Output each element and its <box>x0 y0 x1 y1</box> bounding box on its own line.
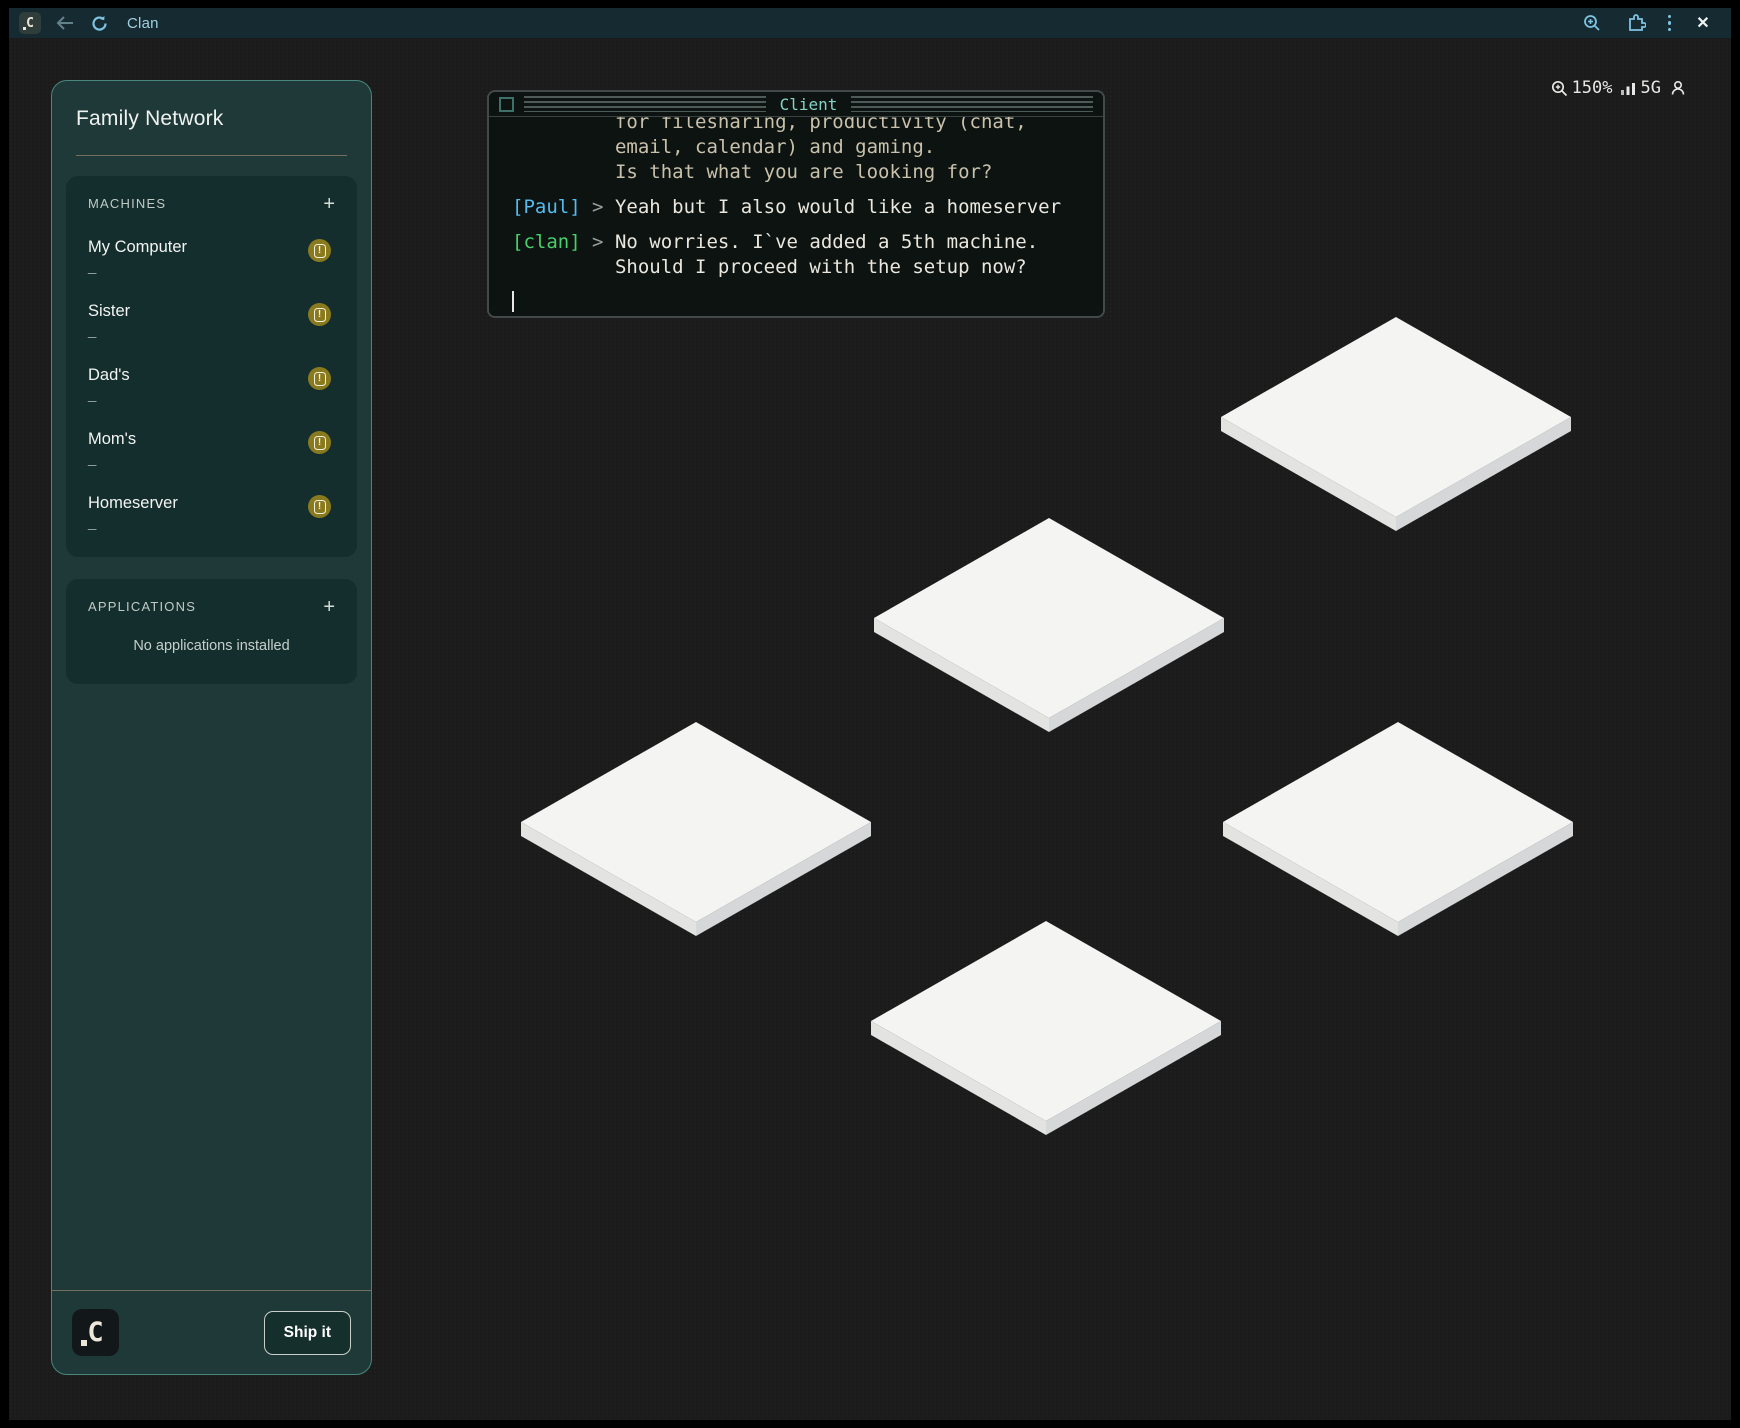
zoom-level-value: 150% <box>1572 78 1613 98</box>
app-window: C Clan ✕ 15 <box>0 0 1740 1428</box>
family-network-panel: Family Network MACHINES + My Computer _ … <box>51 80 372 1375</box>
titlebar-stripes-right <box>851 96 1093 112</box>
clan-logo-glyph: C <box>87 1317 103 1348</box>
applications-empty-text: No applications installed <box>88 638 335 654</box>
person-icon <box>1669 79 1687 97</box>
signal-bars-icon <box>1621 81 1637 96</box>
panel-title: Family Network <box>76 107 347 131</box>
close-icon[interactable]: ✕ <box>1691 11 1715 35</box>
prompt-arrow: > <box>581 230 615 280</box>
clan-favicon: C <box>19 12 41 34</box>
terminal-cursor <box>512 291 514 312</box>
machines-card: MACHINES + My Computer _ ! Sister _ ! <box>66 176 357 557</box>
titlebar-stripes-left <box>524 96 766 112</box>
client-title-bar[interactable]: Client <box>489 92 1103 117</box>
clan-logo-dot <box>81 1340 87 1346</box>
machine-row-homeserver[interactable]: Homeserver _ ! <box>88 494 335 531</box>
machine-tile[interactable] <box>873 517 1225 733</box>
machine-row-my-computer[interactable]: My Computer _ ! <box>88 238 335 275</box>
network-canvas[interactable]: 150% 5G <box>9 38 1731 1420</box>
machine-row-sister[interactable]: Sister _ ! <box>88 302 335 339</box>
network-type-value: 5G <box>1641 78 1661 98</box>
add-application-button[interactable]: + <box>323 600 335 614</box>
status-indicator-row: 150% 5G <box>1551 78 1687 98</box>
reload-icon[interactable] <box>87 11 111 35</box>
alert-badge-icon: ! <box>308 303 331 326</box>
client-chat-log[interactable]: for filesharing, productivity (chat, ema… <box>489 117 1103 316</box>
sender-label: [clan] <box>512 230 581 280</box>
chat-message-paul: [Paul] > Yeah but I also would like a ho… <box>512 195 1097 220</box>
alert-badge-icon: ! <box>308 431 331 454</box>
page-title: Clan <box>127 15 159 32</box>
client-window-title: Client <box>766 95 852 114</box>
machine-row-moms[interactable]: Mom's _ ! <box>88 430 335 467</box>
back-icon[interactable] <box>53 11 77 35</box>
window-close-box[interactable] <box>499 97 514 112</box>
alert-badge-icon: ! <box>308 367 331 390</box>
machine-row-dads[interactable]: Dad's _ ! <box>88 366 335 403</box>
prompt-arrow: > <box>581 195 615 220</box>
machine-tile[interactable] <box>520 721 872 937</box>
menu-kebab-icon[interactable] <box>1668 15 1672 32</box>
applications-card: APPLICATIONS + No applications installed <box>66 579 357 684</box>
client-terminal-window[interactable]: Client for filesharing, productivity (ch… <box>487 90 1105 318</box>
chat-history-block: for filesharing, productivity (chat, ema… <box>512 117 1097 185</box>
machine-tile[interactable] <box>1220 316 1572 532</box>
browser-top-bar: C Clan ✕ <box>9 8 1731 38</box>
sender-label: [Paul] <box>512 195 581 220</box>
clan-favicon-dot <box>23 27 26 30</box>
alert-badge-icon: ! <box>308 495 331 518</box>
machines-label: MACHINES <box>88 196 166 211</box>
machine-tile[interactable] <box>870 920 1222 1136</box>
applications-label: APPLICATIONS <box>88 599 196 614</box>
sidebar-spacer <box>52 684 371 1290</box>
machine-tile[interactable] <box>1222 721 1574 937</box>
extensions-icon[interactable] <box>1624 11 1648 35</box>
magnifier-icon <box>1551 80 1568 97</box>
sidebar-footer: C Ship it <box>52 1290 371 1374</box>
clan-favicon-glyph: C <box>26 16 34 31</box>
alert-badge-icon: ! <box>308 239 331 262</box>
ship-it-button[interactable]: Ship it <box>264 1311 351 1355</box>
chat-message-clan: [clan] > No worries. I`ve added a 5th ma… <box>512 230 1097 280</box>
add-machine-button[interactable]: + <box>323 197 335 211</box>
clan-logo: C <box>72 1309 119 1356</box>
zoom-in-icon[interactable] <box>1580 11 1604 35</box>
